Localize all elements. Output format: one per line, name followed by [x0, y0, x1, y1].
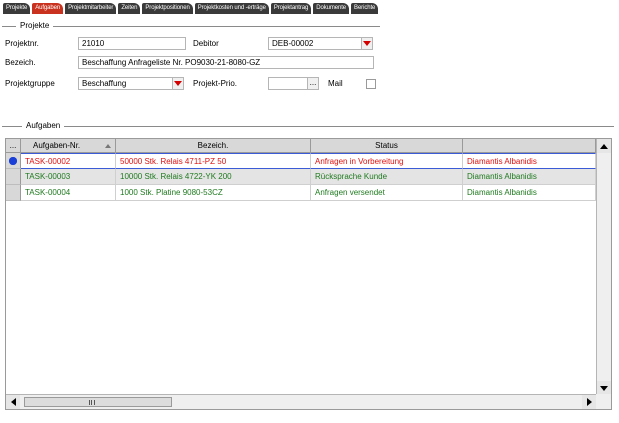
table-row[interactable]: TASK-00003 10000 Stk. Relais 4722-YK 200…	[6, 169, 596, 185]
aufgaben-grid: ... Aufgaben-Nr. Bezeich. Status TASK-00…	[5, 138, 612, 410]
scrollbar-corner	[596, 394, 611, 409]
row-selector[interactable]	[6, 185, 21, 201]
mail-label: Mail	[328, 79, 343, 88]
cell-person[interactable]: Diamantis Albanidis	[463, 169, 596, 185]
grip-icon	[89, 400, 95, 405]
cell-nr[interactable]: TASK-00003	[21, 169, 116, 185]
projektgruppe-dropdown-button[interactable]	[172, 77, 184, 90]
tab-projektmitarbeiter[interactable]: Projektmitarbeiter	[65, 3, 117, 14]
scroll-up-button[interactable]	[597, 139, 611, 153]
prio-field[interactable]	[268, 77, 308, 90]
horizontal-scrollbar[interactable]	[6, 394, 596, 409]
projektgruppe-label: Projektgruppe	[5, 79, 55, 88]
debitor-field[interactable]: DEB-00002	[268, 37, 362, 50]
arrow-down-icon	[600, 385, 608, 391]
column-header-person[interactable]	[463, 139, 596, 153]
projektnr-label: Projektnr.	[5, 39, 39, 48]
cell-person[interactable]: Diamantis Albanidis	[463, 185, 596, 201]
aufgaben-legend: Aufgaben	[22, 121, 65, 131]
cell-status[interactable]: Rücksprache Kunde	[311, 169, 463, 185]
row-selector[interactable]	[6, 153, 21, 169]
cell-status[interactable]: Anfragen versendet	[311, 185, 463, 201]
tab-projektantrag[interactable]: Projektantrag	[270, 3, 312, 14]
cell-bezeich[interactable]: 1000 Stk. Platine 9080-53CZ	[116, 185, 311, 201]
prio-label: Projekt-Prio.	[193, 79, 238, 88]
prio-lookup-button[interactable]: ...	[307, 77, 319, 90]
cell-status[interactable]: Anfragen in Vorbereitung	[311, 153, 463, 169]
table-row[interactable]: TASK-00002 50000 Stk. Relais 4711-PZ 50 …	[6, 153, 596, 169]
arrow-right-icon	[586, 398, 592, 406]
rowhead-menu-button[interactable]: ...	[6, 139, 21, 153]
aufgaben-group: Aufgaben	[2, 121, 614, 136]
column-header-bezeich[interactable]: Bezeich.	[116, 139, 311, 153]
debitor-dropdown-button[interactable]	[361, 37, 373, 50]
projektnr-field[interactable]: 21010	[78, 37, 186, 50]
scroll-thumb[interactable]	[24, 397, 172, 407]
scroll-right-button[interactable]	[582, 395, 596, 409]
projekte-legend: Projekte	[16, 21, 54, 31]
tab-aufgaben[interactable]: Aufgaben	[32, 3, 64, 14]
projektgruppe-field[interactable]: Beschaffung	[78, 77, 173, 90]
tab-berichte[interactable]: Berichte	[351, 3, 379, 14]
bezeich-label: Bezeich.	[5, 58, 36, 67]
tab-dokumente[interactable]: Dokumente	[313, 3, 350, 14]
cell-nr[interactable]: TASK-00002	[21, 153, 116, 169]
mail-checkbox[interactable]	[366, 79, 376, 89]
table-row[interactable]: TASK-00004 1000 Stk. Platine 9080-53CZ A…	[6, 185, 596, 201]
tab-projektkosten[interactable]: Projektkosten und -erträge	[194, 3, 269, 14]
column-header-aufgaben-nr[interactable]: Aufgaben-Nr.	[21, 139, 116, 153]
scroll-down-button[interactable]	[597, 381, 611, 395]
cell-bezeich[interactable]: 50000 Stk. Relais 4711-PZ 50	[116, 153, 311, 169]
column-header-label: Aufgaben-Nr.	[33, 141, 81, 150]
scroll-left-button[interactable]	[6, 395, 20, 409]
bezeich-field[interactable]: Beschaffung Anfrageliste Nr. PO9030-21-8…	[78, 56, 374, 69]
vertical-scrollbar[interactable]	[596, 139, 611, 395]
arrow-up-icon	[600, 143, 608, 149]
cell-person[interactable]: Diamantis Albanidis	[463, 153, 596, 169]
tab-strip: Projekte Aufgaben Projektmitarbeiter Zei…	[3, 3, 379, 14]
sort-ascending-icon	[105, 144, 111, 148]
tab-projekte[interactable]: Projekte	[3, 3, 31, 14]
column-header-status[interactable]: Status	[311, 139, 463, 153]
cell-nr[interactable]: TASK-00004	[21, 185, 116, 201]
row-selector[interactable]	[6, 169, 21, 185]
chevron-down-icon	[363, 41, 371, 46]
tab-zeiten[interactable]: Zeiten	[118, 3, 141, 14]
arrow-left-icon	[10, 398, 16, 406]
chevron-down-icon	[174, 81, 182, 86]
tab-projektpositionen[interactable]: Projektpositionen	[142, 3, 193, 14]
debitor-label: Debitor	[193, 39, 219, 48]
cell-bezeich[interactable]: 10000 Stk. Relais 4722-YK 200	[116, 169, 311, 185]
current-row-icon	[9, 157, 17, 165]
